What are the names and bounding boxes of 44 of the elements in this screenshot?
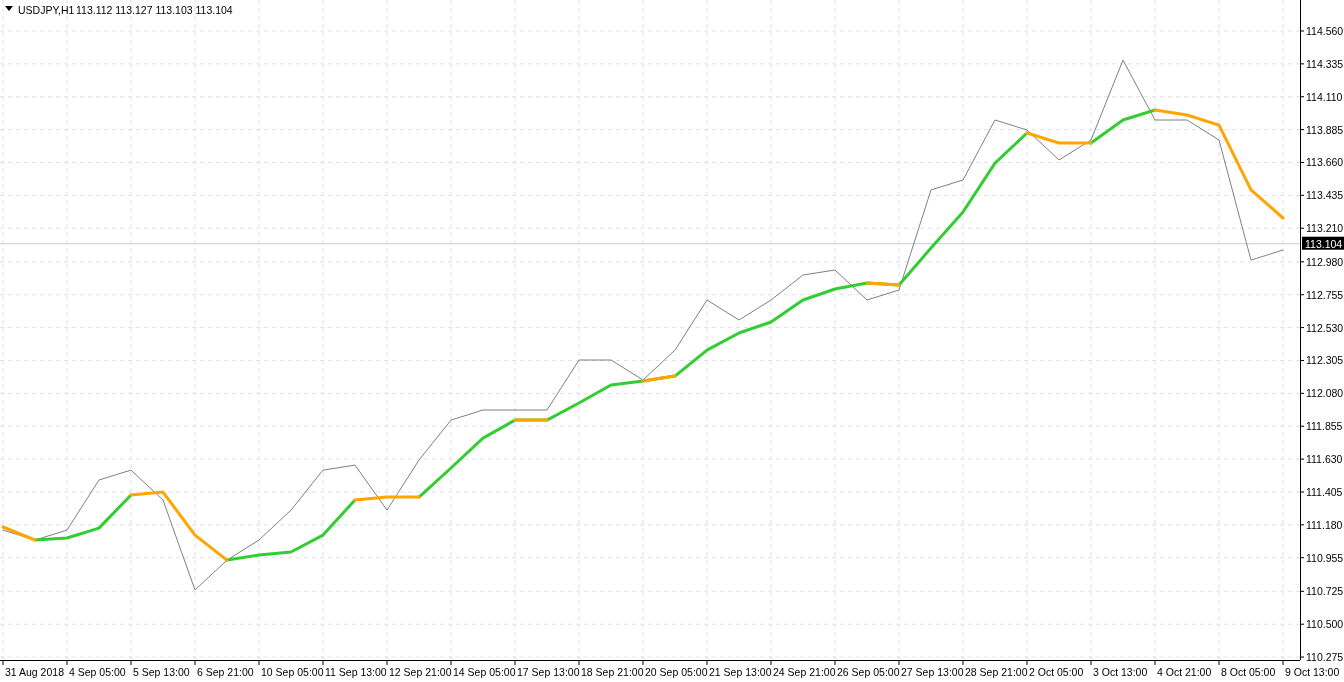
x-axis-label: 31 Aug 2018 (5, 666, 64, 678)
y-axis-label: 114.110 (1306, 90, 1343, 103)
y-axis-label: 112.980 (1306, 255, 1344, 268)
y-axis-label: 110.725 (1306, 585, 1344, 598)
y-axis-label: 113.435 (1306, 189, 1344, 202)
x-axis-label: 24 Sep 21:00 (773, 666, 836, 678)
y-axis-label: 113.210 (1306, 222, 1344, 235)
x-axis-label: 27 Sep 13:00 (901, 666, 964, 678)
y-axis-label: 112.080 (1306, 387, 1344, 400)
x-axis-label: 11 Sep 13:00 (325, 666, 387, 678)
y-axis-label: 112.530 (1306, 321, 1344, 334)
chart-symbol: USDJPY,H1 (18, 4, 75, 16)
y-axis-label: 110.500 (1306, 618, 1344, 631)
y-axis-label: 114.335 (1306, 57, 1344, 70)
y-axis-label: 113.660 (1306, 156, 1344, 169)
x-axis-label: 12 Sep 21:00 (389, 666, 452, 678)
x-axis-label: 20 Sep 05:00 (645, 666, 708, 678)
x-axis-label: 5 Sep 13:00 (133, 666, 190, 678)
x-axis-label: 8 Oct 05:00 (1221, 666, 1276, 678)
y-axis-label: 112.755 (1306, 288, 1344, 301)
x-axis-label: 4 Sep 05:00 (69, 666, 126, 678)
x-axis-label: 10 Sep 05:00 (261, 666, 324, 678)
x-axis-label: 17 Sep 13:00 (517, 666, 580, 678)
y-axis-label: 114.560 (1306, 25, 1344, 37)
y-axis-label: 111.855 (1306, 420, 1343, 433)
y-axis-label: 113.885 (1306, 123, 1344, 136)
x-axis-label: 6 Sep 21:00 (197, 666, 254, 678)
y-axis-label: 111.180 (1306, 518, 1343, 531)
y-axis-label: 110.955 (1306, 551, 1344, 564)
x-axis-label: 9 Oct 13:00 (1285, 666, 1340, 678)
x-axis-label: 2 Oct 05:00 (1029, 666, 1084, 678)
x-axis-label: 3 Oct 13:00 (1093, 666, 1148, 678)
x-axis-label: 18 Sep 21:00 (581, 666, 644, 678)
x-axis-label: 26 Sep 05:00 (837, 666, 900, 678)
x-axis-label: 28 Sep 21:00 (965, 666, 1028, 678)
x-axis-label: 14 Sep 05:00 (453, 666, 516, 678)
price-quote: 113.112 113.127 113.103 113.104 (76, 4, 233, 16)
y-axis-label: 111.630 (1306, 453, 1343, 466)
x-axis-label: 21 Sep 13:00 (709, 666, 772, 678)
x-axis-label: 4 Oct 21:00 (1157, 666, 1212, 678)
dropdown-triangle-icon[interactable] (5, 6, 13, 11)
y-axis-label: 112.305 (1306, 354, 1344, 367)
y-axis-label: 110.275 (1306, 651, 1344, 664)
y-axis-label: 111.405 (1306, 485, 1343, 498)
